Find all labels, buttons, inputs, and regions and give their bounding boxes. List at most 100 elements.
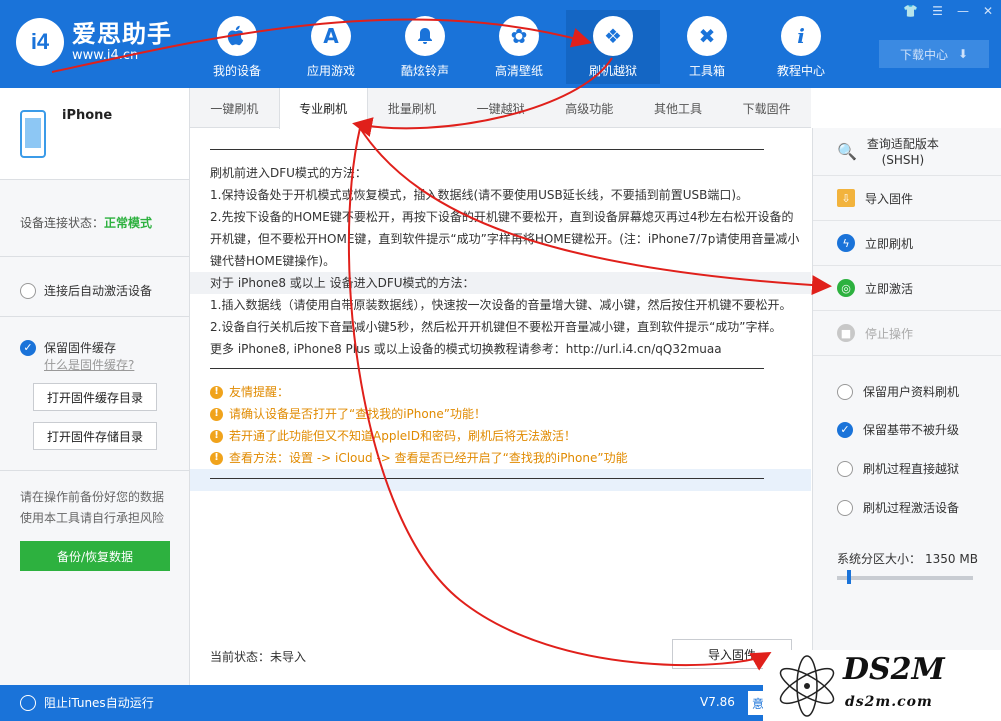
globe-icon: ◎ [837, 279, 855, 297]
shsh-label: (SHSH) [881, 152, 925, 167]
status-bar: 当前状态：未导入 导入固件 [190, 637, 811, 685]
minimize-icon[interactable]: — [957, 4, 969, 18]
what-cache-link[interactable]: 什么是固件缓存? [44, 356, 134, 373]
keep-user-data-option[interactable]: 保留用户资料刷机 [837, 383, 959, 400]
open-cache-dir-button[interactable]: 打开固件缓存目录 [33, 383, 157, 411]
option-label: 刷机过程激活设备 [863, 501, 960, 515]
auto-activate-option[interactable]: 连接后自动激活设备 [20, 282, 152, 299]
device-name: iPhone [62, 108, 113, 123]
menu-icon[interactable]: ☰ [932, 4, 943, 18]
radio-icon [837, 383, 853, 400]
backup-tip-1: 请在操作前备份好您的数据 [20, 490, 165, 504]
nav-label: 应用游戏 [306, 64, 355, 78]
backup-tip-2: 使用本工具请自行承担风险 [20, 511, 165, 525]
backup-restore-button[interactable]: 备份/恢复数据 [20, 541, 170, 571]
iphone8-step-2: 2.设备自行关机后按下音量减小键5秒，然后松开开机键但不要松开音量减小键，直到软… [210, 320, 782, 334]
divider [210, 149, 764, 150]
jailbreak-during-flash-option[interactable]: 刷机过程直接越狱 [837, 460, 959, 477]
i4-logo-icon: i4 [16, 18, 64, 66]
dfu-step-2: 2.先按下设备的HOME键不要松开，再按下设备的开机键不要松开，直到设备屏幕熄灭… [210, 210, 794, 224]
watermark: DS2M ds2m.com [763, 650, 1001, 721]
nav-flash-jailbreak[interactable]: ❖ 刷机越狱 [566, 10, 660, 84]
import-firmware-action[interactable]: ⇩ 导入固件 [813, 176, 1001, 221]
watermark-sub: ds2m.com [845, 694, 933, 710]
download-center-label: 下载中心 [899, 47, 948, 62]
activate-during-flash-option[interactable]: 刷机过程激活设备 [837, 499, 959, 516]
iphone8-step-1: 1.插入数据线（请使用自带原装数据线），快速按一次设备的音量增大键、减小键，然后… [210, 298, 792, 312]
radio-icon [837, 460, 853, 477]
tab-batch-flash[interactable]: 批量刷机 [368, 88, 457, 128]
stop-icon: ■ [837, 324, 855, 342]
activate-now-button[interactable]: ◎ 立即激活 [813, 266, 1001, 311]
watermark-main: DS2M [843, 652, 945, 687]
warning-icon: ! [210, 451, 223, 465]
warning-icon: ! [210, 429, 223, 443]
query-shsh-button[interactable]: 🔍 查询适配版本 (SHSH) [813, 128, 1001, 176]
nav-tutorials[interactable]: i 教程中心 [754, 10, 848, 84]
skin-icon[interactable]: 👕 [903, 4, 918, 18]
flash-now-button[interactable]: ϟ 立即刷机 [813, 221, 1001, 266]
dfu-step-1: 1.保持设备处于开机模式或恢复模式，插入数据线(请不要使用USB延长线，不要插到… [210, 188, 749, 202]
dfu-heading: 刷机前进入DFU模式的方法： [210, 166, 367, 180]
nav-wallpapers[interactable]: ✿ 高清壁纸 [472, 10, 566, 84]
instructions-panel: 刷机前进入DFU模式的方法： 1.保持设备处于开机模式或恢复模式，插入数据线(请… [190, 129, 811, 637]
nav-label: 教程中心 [776, 64, 825, 78]
radio-icon [837, 499, 853, 516]
keep-baseband-option[interactable]: ✓ 保留基带不被升级 [837, 421, 959, 438]
dfu-step-2-note: 键代替HOME键操作)。 [210, 254, 336, 268]
nav-toolbox[interactable]: ✖ 工具箱 [660, 10, 754, 84]
iphone-icon [20, 110, 46, 158]
partition-slider-handle[interactable] [846, 570, 851, 584]
flash-icon: ϟ [837, 234, 855, 252]
tab-one-click-jailbreak[interactable]: 一键越狱 [456, 88, 545, 128]
divider [210, 368, 764, 369]
divider [0, 470, 190, 471]
tutorial-link[interactable]: 更多 iPhone8, iPhone8 Plus 或以上设备的模式切换教程请参考… [210, 338, 800, 360]
query-label: 查询适配版本 [866, 136, 939, 151]
option-label: 刷机过程直接越狱 [863, 462, 960, 476]
conn-value: 正常模式 [104, 216, 153, 230]
nav-apps-games[interactable]: A 应用游戏 [284, 10, 378, 84]
tab-advanced[interactable]: 高级功能 [545, 88, 634, 128]
nav-label: 高清壁纸 [494, 64, 543, 78]
block-itunes-label: 阻止iTunes自动运行 [44, 696, 154, 710]
tab-other-tools[interactable]: 其他工具 [634, 88, 723, 128]
highlight-band [190, 469, 811, 491]
stop-button[interactable]: ■ 停止操作 [813, 311, 1001, 356]
option-label: 保留基带不被升级 [863, 423, 960, 437]
checked-icon: ✓ [837, 421, 853, 438]
device-card[interactable]: iPhone [0, 88, 189, 180]
partition-slider-track[interactable] [837, 576, 973, 580]
block-itunes-option[interactable]: 阻止iTunes自动运行 [20, 694, 154, 711]
action-label: 停止操作 [865, 326, 914, 341]
dfu-step-2-cont: 开机键，但不要松开HOME键，直到软件提示“成功”字样再将HOME键松开。(注：… [210, 232, 800, 246]
open-store-dir-button[interactable]: 打开固件存储目录 [33, 422, 157, 450]
nav-my-device[interactable]: 我的设备 [190, 10, 284, 84]
tab-download-firmware[interactable]: 下载固件 [722, 88, 811, 128]
tab-pro-flash[interactable]: 专业刷机 [278, 88, 368, 129]
option-label: 保留用户资料刷机 [863, 385, 960, 399]
warning-icon: ! [210, 407, 223, 421]
iphone8-heading: 对于 iPhone8 或以上 设备进入DFU模式的方法： [190, 272, 811, 294]
apple-icon [217, 16, 257, 56]
close-icon[interactable]: ✕ [983, 4, 993, 18]
app-logo[interactable]: i4 爱思助手 www.i4.cn [16, 18, 172, 66]
auto-activate-label: 连接后自动激活设备 [44, 284, 153, 298]
nav-label: 刷机越狱 [588, 64, 637, 78]
partition-size: 系统分区大小： 1350 MB [837, 550, 978, 567]
what-cache-text: 什么是固件缓存? [44, 358, 135, 372]
nav-label: 工具箱 [688, 64, 725, 78]
warning-title: ! 友情提醒： [210, 381, 800, 403]
download-center-button[interactable]: 下载中心 ⬇ [879, 40, 989, 68]
top-bar: i4 爱思助手 www.i4.cn 我的设备 A 应用游戏 酷炫铃声 ✿ 高清壁… [0, 0, 1001, 88]
divider [0, 316, 190, 317]
app-name: 爱思助手 [72, 20, 172, 48]
keep-cache-option[interactable]: ✓ 保留固件缓存 [20, 339, 116, 356]
tab-one-click-flash[interactable]: 一键刷机 [190, 88, 279, 128]
warning-title-text: 友情提醒： [229, 385, 290, 399]
nav-ringtones[interactable]: 酷炫铃声 [378, 10, 472, 84]
warning-item: ! 请确认设备是否打开了“查找我的iPhone”功能！ [210, 403, 800, 425]
appstore-icon: A [311, 16, 351, 56]
connection-status: 设备连接状态： 正常模式 [20, 214, 152, 231]
keep-cache-label: 保留固件缓存 [44, 341, 117, 355]
